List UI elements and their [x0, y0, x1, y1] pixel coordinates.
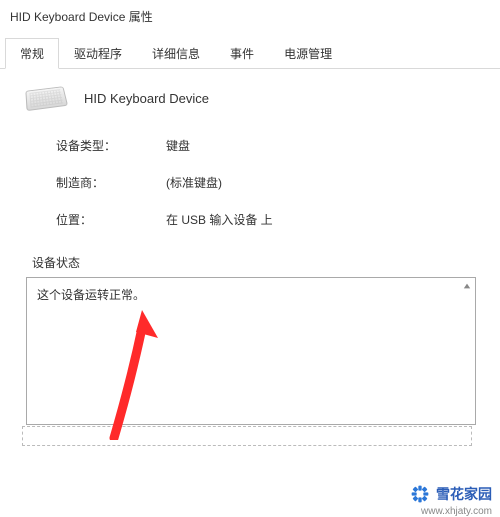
watermark-logo-icon — [410, 484, 430, 504]
tab-driver[interactable]: 驱动程序 — [59, 38, 137, 69]
location-value: 在 USB 输入设备 上 — [166, 211, 478, 228]
keyboard-icon — [25, 86, 68, 111]
watermark: 雪花家园 www.xhjaty.com — [410, 484, 492, 504]
device-status-text: 这个设备运转正常。 — [37, 288, 145, 302]
manufacturer-value: (标准键盘) — [166, 174, 478, 191]
manufacturer-label: 制造商： — [56, 174, 166, 191]
tab-panel-general: HID Keyboard Device 设备类型： 键盘 制造商： (标准键盘)… — [0, 69, 500, 443]
device-status-header: 设备状态 — [32, 254, 478, 271]
tab-details[interactable]: 详细信息 — [137, 38, 215, 69]
window-title: HID Keyboard Device 属性 — [0, 0, 500, 33]
scroll-up-icon[interactable] — [463, 282, 471, 290]
device-name: HID Keyboard Device — [84, 91, 209, 106]
tab-general[interactable]: 常规 — [5, 38, 59, 69]
watermark-brand: 雪花家园 — [436, 484, 492, 504]
device-status-section: 设备状态 这个设备运转正常。 — [22, 254, 478, 425]
device-header: HID Keyboard Device — [26, 87, 478, 109]
footer-placeholder — [22, 426, 472, 446]
property-grid: 设备类型： 键盘 制造商： (标准键盘) 位置： 在 USB 输入设备 上 — [56, 137, 478, 228]
device-type-value: 键盘 — [166, 137, 478, 154]
device-type-label: 设备类型： — [56, 137, 166, 154]
tab-power[interactable]: 电源管理 — [269, 38, 347, 69]
tab-events[interactable]: 事件 — [215, 38, 269, 69]
location-label: 位置： — [56, 211, 166, 228]
device-status-box[interactable]: 这个设备运转正常。 — [26, 277, 476, 425]
tab-strip: 常规 驱动程序 详细信息 事件 电源管理 — [0, 37, 500, 69]
watermark-url: www.xhjaty.com — [421, 506, 492, 517]
